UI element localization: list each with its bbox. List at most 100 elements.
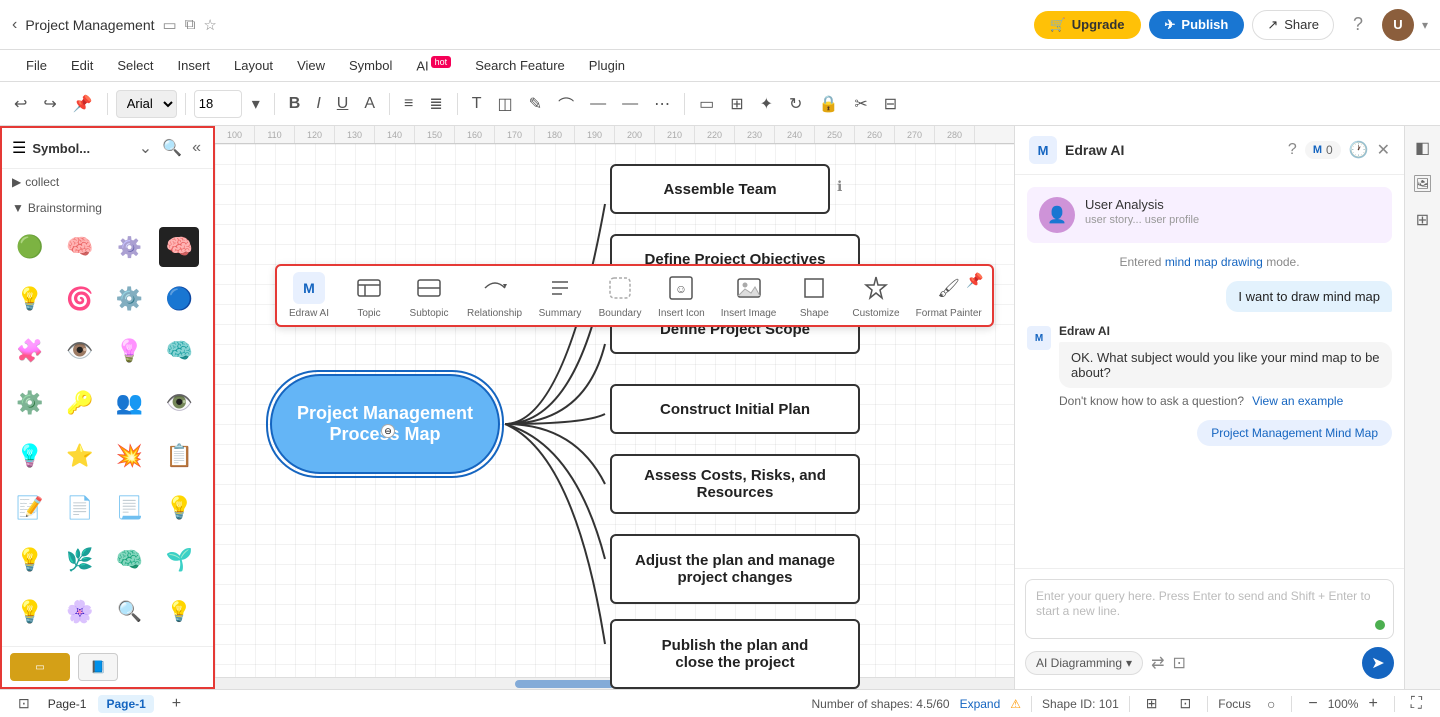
right-edge-image-button[interactable]: 🖼 <box>1409 170 1437 198</box>
sidebar-section-brainstorming[interactable]: ▼ Brainstorming <box>2 195 213 221</box>
info-icon[interactable]: ℹ <box>837 178 842 195</box>
symbol-item[interactable]: 💡 <box>159 488 199 528</box>
symbol-item[interactable]: 🧠 <box>159 331 199 371</box>
fill-button[interactable]: ◫ <box>492 90 519 118</box>
align-type-button[interactable]: ≣ <box>423 90 448 118</box>
symbol-item[interactable]: ⚙️ <box>10 383 50 423</box>
ft-topic[interactable]: Topic <box>347 272 391 319</box>
ai-history-button[interactable]: 🕐 <box>1349 140 1369 160</box>
symbol-item[interactable]: ⚙️ <box>110 279 150 319</box>
undo-button[interactable]: ↩ <box>8 90 33 118</box>
publish-button[interactable]: ✈ Publish <box>1149 11 1245 39</box>
symbol-item[interactable]: 💡 <box>159 592 199 632</box>
menu-search-feature[interactable]: Search Feature <box>465 54 575 77</box>
symbol-item[interactable]: 🌿 <box>60 540 100 580</box>
font-color-button[interactable]: A <box>358 91 381 117</box>
symbol-item[interactable]: 💡 <box>10 279 50 319</box>
pin-button[interactable]: 📌 <box>67 90 99 118</box>
symbol-item[interactable]: 💡 <box>10 436 50 476</box>
node-adjust-plan[interactable]: Adjust the plan and manageproject change… <box>610 534 860 604</box>
symbol-item[interactable]: 🧠 <box>110 540 150 580</box>
redo-button[interactable]: ↪ <box>37 90 62 118</box>
menu-ai[interactable]: AIhot <box>406 53 461 77</box>
node-publish-plan[interactable]: Publish the plan andclose the project <box>610 619 860 689</box>
ai-suggestion-chip[interactable]: Project Management Mind Map <box>1197 420 1392 446</box>
symbol-item[interactable]: 📝 <box>10 488 50 528</box>
symbol-item[interactable]: 💡 <box>10 592 50 632</box>
bold-button[interactable]: B <box>283 91 307 117</box>
node-construct-plan[interactable]: Construct Initial Plan <box>610 384 860 434</box>
scissors-button[interactable]: ✂ <box>848 90 873 118</box>
transform-status-button[interactable]: ⊡ <box>1174 691 1198 716</box>
fullscreen-button[interactable]: ⛶ <box>1405 691 1428 717</box>
avatar[interactable]: U <box>1382 9 1414 41</box>
dots-button[interactable]: ⋯ <box>648 90 676 118</box>
ai-send-button[interactable]: ➤ <box>1362 647 1394 679</box>
pen-button[interactable]: ✎ <box>523 90 548 118</box>
ft-insert-image[interactable]: Insert Image <box>721 272 777 319</box>
symbol-item[interactable]: 🌱 <box>159 540 199 580</box>
symbol-item[interactable]: 👥 <box>110 383 150 423</box>
menu-select[interactable]: Select <box>107 54 163 77</box>
add-page-button[interactable]: + <box>166 691 187 717</box>
symbol-item[interactable]: 🧠 <box>159 227 199 267</box>
menu-edit[interactable]: Edit <box>61 54 103 77</box>
minimize-icon[interactable]: ▭ <box>163 16 177 34</box>
symbol-item[interactable]: 👁️ <box>60 331 100 371</box>
ft-shape[interactable]: Shape <box>792 272 836 319</box>
line-style-button[interactable]: — <box>584 91 612 117</box>
lock-button[interactable]: 🔒 <box>812 90 844 118</box>
italic-button[interactable]: I <box>310 91 326 117</box>
symbol-item[interactable]: ⭐ <box>60 436 100 476</box>
text-type-button[interactable]: T <box>466 91 488 117</box>
rotate-button[interactable]: ↻ <box>783 90 808 118</box>
menu-symbol[interactable]: Symbol <box>339 54 402 77</box>
menu-layout[interactable]: Layout <box>224 54 283 77</box>
layer-button[interactable]: ⊞ <box>724 90 749 118</box>
symbol-item[interactable]: 💡 <box>10 540 50 580</box>
ai-card-user-analysis[interactable]: 👤 User Analysis user story... user profi… <box>1027 187 1392 243</box>
symbol-item[interactable]: 💡 <box>110 331 150 371</box>
symbol-item[interactable]: 🔍 <box>110 592 150 632</box>
maximize-icon[interactable]: ⧉ <box>185 16 196 33</box>
sidebar-bottom-shape[interactable]: ▭ <box>10 653 70 681</box>
font-selector[interactable]: Arial <box>116 90 177 118</box>
symbol-item[interactable]: ⚙️ <box>110 227 150 267</box>
ft-customize[interactable]: Customize <box>852 272 899 319</box>
symbol-item[interactable]: 📄 <box>60 488 100 528</box>
symbol-item[interactable]: 👁️ <box>159 383 199 423</box>
node-assess-costs[interactable]: Assess Costs, Risks, andResources <box>610 454 860 514</box>
menu-file[interactable]: File <box>16 54 57 77</box>
node-assemble-team[interactable]: Assemble Team <box>610 164 830 214</box>
ai-footer-swap-button[interactable]: ⇄ <box>1151 653 1164 673</box>
symbol-item[interactable]: 🧠 <box>60 227 100 267</box>
help-button[interactable]: ? <box>1342 9 1374 41</box>
symbol-item[interactable]: 🔵 <box>159 279 199 319</box>
expand-link[interactable]: Expand <box>960 697 1001 711</box>
frame-button[interactable]: ▭ <box>693 90 720 118</box>
table-button[interactable]: ⊟ <box>878 90 903 118</box>
dropdown-icon[interactable]: ▾ <box>1422 18 1428 32</box>
sidebar-bottom-book[interactable]: 📘 <box>78 653 118 681</box>
ai-mode-selector[interactable]: AI Diagramming ▾ <box>1025 651 1143 675</box>
align-left-button[interactable]: ≡ <box>398 91 419 117</box>
menu-insert[interactable]: Insert <box>168 54 221 77</box>
line-style2-button[interactable]: — <box>616 91 644 117</box>
symbol-item[interactable]: 💥 <box>110 436 150 476</box>
ai-close-button[interactable]: ✕ <box>1377 140 1390 160</box>
ft-edraw-ai[interactable]: M Edraw AI <box>287 272 331 319</box>
magic-button[interactable]: ✦ <box>754 90 779 118</box>
ai-help-button[interactable]: ? <box>1288 141 1297 159</box>
sidebar-search-button[interactable]: 🔍 <box>160 136 184 160</box>
symbol-item[interactable]: 🌸 <box>60 592 100 632</box>
zoom-in-button[interactable]: + <box>1362 691 1383 717</box>
sidebar-section-collect[interactable]: ▶ collect <box>2 169 213 195</box>
symbol-item[interactable]: 🔑 <box>60 383 100 423</box>
ai-view-example-link[interactable]: View an example <box>1252 394 1343 408</box>
ft-boundary[interactable]: Boundary <box>598 272 642 319</box>
ft-relationship[interactable]: Relationship <box>467 272 522 319</box>
ft-summary[interactable]: Summary <box>538 272 582 319</box>
sidebar-close-button[interactable]: « <box>190 137 203 159</box>
sidebar-collapse-button[interactable]: ⌄ <box>137 136 154 160</box>
menu-plugin[interactable]: Plugin <box>579 54 635 77</box>
